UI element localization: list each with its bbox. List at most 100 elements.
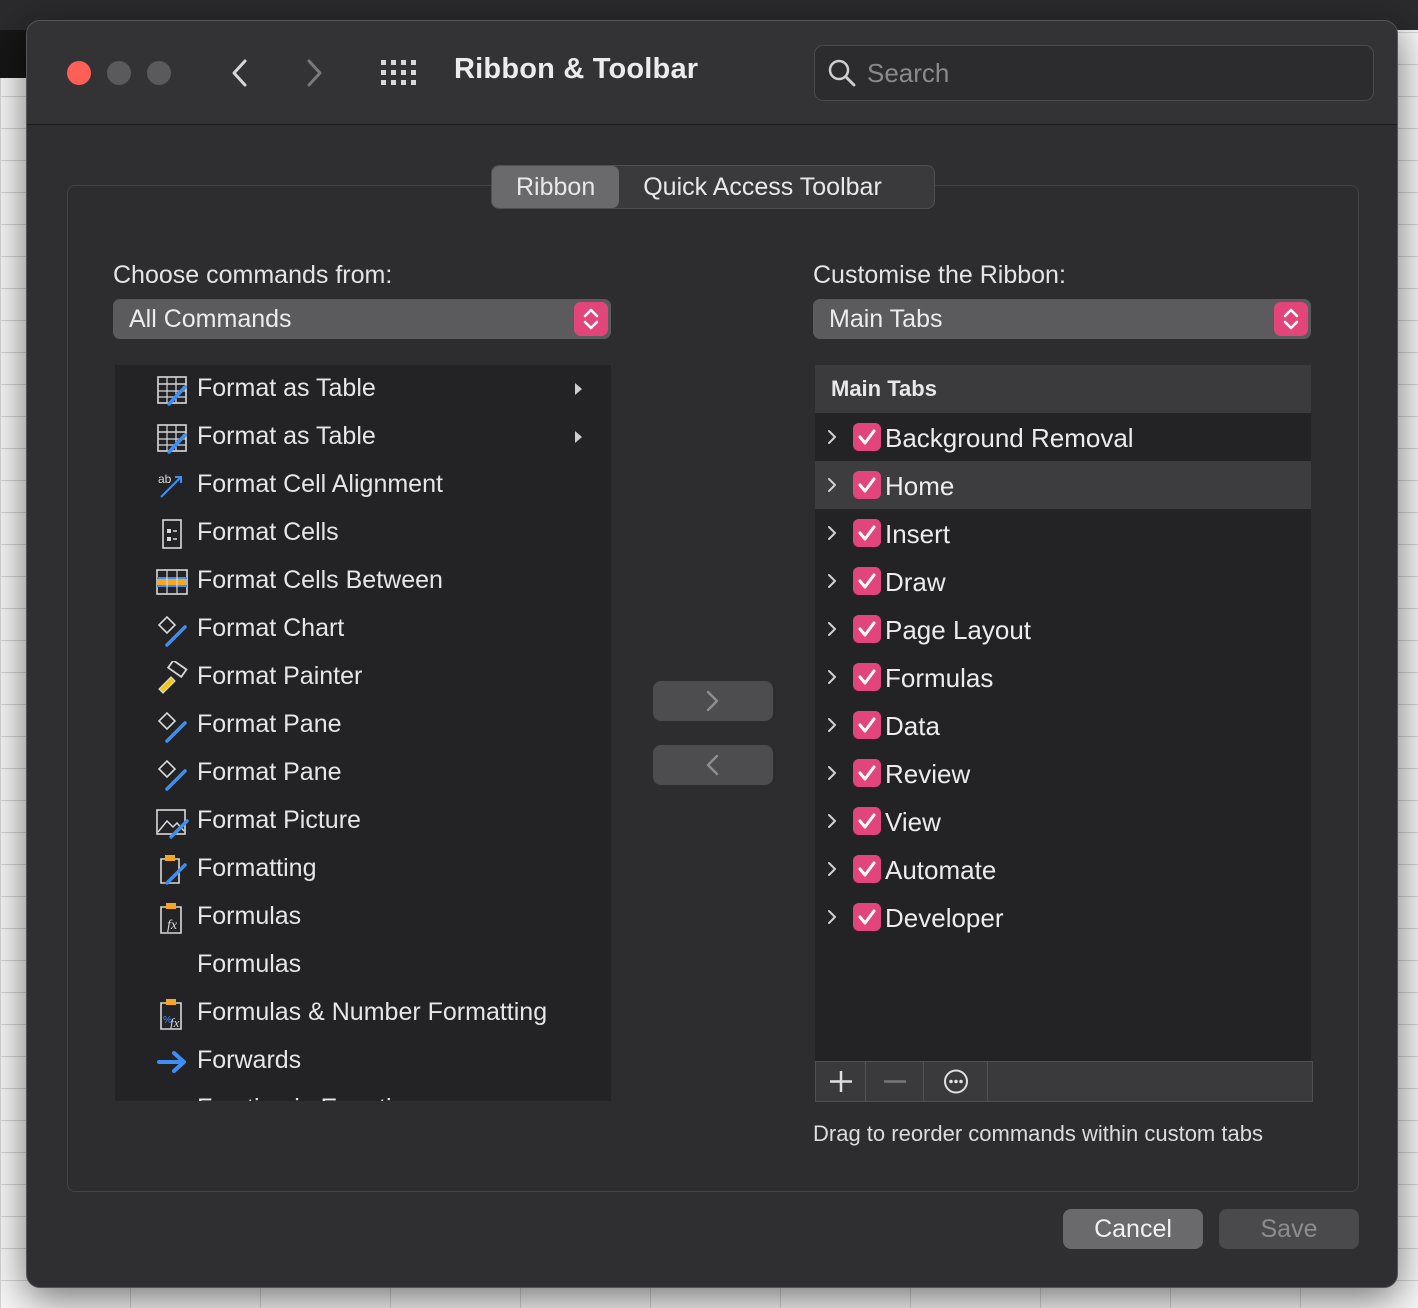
commands-source-dropdown[interactable]: All Commands [113,299,611,339]
remove-from-ribbon-button[interactable] [653,745,773,785]
ribbon-tab-row[interactable]: Background Removal [815,413,1311,461]
forward-arrow-icon [157,1051,186,1073]
command-item[interactable]: ab Format Cell Alignment [115,461,611,509]
checkbox-checked-icon[interactable] [853,903,881,931]
list-header: Main Tabs [815,365,1311,413]
command-item[interactable]: Format Picture [115,797,611,845]
command-item[interactable]: Format Cells [115,509,611,557]
ribbon-tab-row[interactable]: Review [815,749,1311,797]
svg-text:fx: fx [170,1015,180,1030]
cells-between-icon [156,569,188,595]
command-item[interactable]: Format Painter [115,653,611,701]
commands-source-value: All Commands [129,305,292,333]
disclosure-chevron-icon[interactable] [825,715,839,735]
command-item[interactable]: % fx Formulas & Number Formatting [115,989,611,1037]
command-label: Format Cells [197,518,339,546]
command-item[interactable]: Format Pane [115,701,611,749]
command-item[interactable]: Forwards [115,1037,611,1085]
ribbon-tab-label: Developer [885,903,1004,933]
format-pane-icon [157,711,187,743]
disclosure-chevron-icon[interactable] [825,619,839,639]
checkbox-checked-icon[interactable] [853,663,881,691]
tab-ribbon[interactable]: Ribbon [492,166,620,208]
format-chart-icon [157,615,187,647]
disclosure-chevron-icon[interactable] [825,667,839,687]
command-item[interactable]: Format as Table [115,365,611,413]
remove-tab-button[interactable] [866,1062,924,1101]
disclosure-chevron-icon[interactable] [825,907,839,927]
ribbon-tab-row[interactable]: View [815,797,1311,845]
command-item[interactable]: Format Pane [115,749,611,797]
checkbox-checked-icon[interactable] [853,855,881,883]
command-item[interactable]: fx Formulas [115,893,611,941]
command-label: Format as Table [197,374,376,402]
command-item[interactable]: Formulas [115,941,611,989]
ribbon-tabs-list[interactable]: Main Tabs Background Removal Home Insert Dr… [815,365,1311,1061]
disclosure-chevron-icon[interactable] [825,763,839,783]
command-label: Format Cell Alignment [197,470,443,498]
forward-chevron-icon[interactable] [295,55,331,91]
submenu-arrow-icon [575,431,582,443]
ribbon-tab-row[interactable]: Data [815,701,1311,749]
disclosure-chevron-icon[interactable] [825,523,839,543]
command-item[interactable]: x Fraction in Equation [115,1085,611,1101]
plus-icon [830,1071,852,1092]
command-item[interactable]: Formatting [115,845,611,893]
command-item[interactable]: Format Chart [115,605,611,653]
search-input[interactable] [867,54,1357,92]
checkbox-checked-icon[interactable] [853,423,881,451]
more-options-button[interactable] [924,1062,988,1101]
checkbox-checked-icon[interactable] [853,711,881,739]
ribbon-tab-row[interactable]: Draw [815,557,1311,605]
ribbon-tab-label: Formulas [885,663,994,693]
checkbox-checked-icon[interactable] [853,471,881,499]
format-table-icon [157,376,187,406]
checkbox-checked-icon[interactable] [853,567,881,595]
ribbon-tab-label: Home [885,471,955,501]
checkbox-checked-icon[interactable] [853,807,881,835]
disclosure-chevron-icon[interactable] [825,475,839,495]
save-button[interactable]: Save [1219,1209,1359,1249]
back-chevron-icon[interactable] [223,55,259,91]
ribbon-tab-row[interactable]: Insert [815,509,1311,557]
minimize-window-button[interactable] [107,61,131,85]
ribbon-tab-row[interactable]: Automate [815,845,1311,893]
svg-text:ab: ab [158,472,172,486]
disclosure-chevron-icon[interactable] [825,859,839,879]
checkbox-checked-icon[interactable] [853,615,881,643]
ribbon-tabs-dropdown[interactable]: Main Tabs [813,299,1311,339]
minus-icon [884,1080,906,1083]
disclosure-chevron-icon[interactable] [825,571,839,591]
ribbon-tab-row[interactable]: Developer [815,893,1311,941]
chevron-right-icon [706,690,719,712]
ribbon-tab-label: Insert [885,519,951,549]
zoom-window-button[interactable] [147,61,171,85]
up-down-chevron-icon [574,302,608,336]
command-label: Format Cells Between [197,566,443,594]
ribbon-tabs-value: Main Tabs [829,305,943,333]
command-label: Format Painter [197,662,363,690]
ribbon-tab-row[interactable]: Formulas [815,653,1311,701]
add-tab-button[interactable] [816,1062,866,1101]
ribbon-tab-row[interactable]: Page Layout [815,605,1311,653]
svg-text:x: x [164,1095,173,1101]
command-label: Format Pane [197,758,342,786]
tab-list-toolbar [815,1061,1313,1102]
cancel-button[interactable]: Cancel [1063,1209,1203,1249]
commands-list[interactable]: Format as Table Format as Table ab Format C… [115,365,611,1101]
ribbon-tab-row[interactable]: Home [815,461,1311,509]
command-label: Fraction in Equation [197,1094,419,1101]
command-item[interactable]: Format as Table [115,413,611,461]
command-label: Format Pane [197,710,342,738]
tab-quick-access-toolbar[interactable]: Quick Access Toolbar [619,166,906,208]
checkbox-checked-icon[interactable] [853,519,881,547]
add-to-ribbon-button[interactable] [653,681,773,721]
command-item[interactable]: Format Cells Between [115,557,611,605]
disclosure-chevron-icon[interactable] [825,811,839,831]
show-all-grid-icon[interactable] [379,58,419,88]
search-field[interactable] [814,45,1374,101]
format-pane-icon [157,759,187,791]
checkbox-checked-icon[interactable] [853,759,881,787]
close-window-button[interactable] [67,61,91,85]
disclosure-chevron-icon[interactable] [825,427,839,447]
